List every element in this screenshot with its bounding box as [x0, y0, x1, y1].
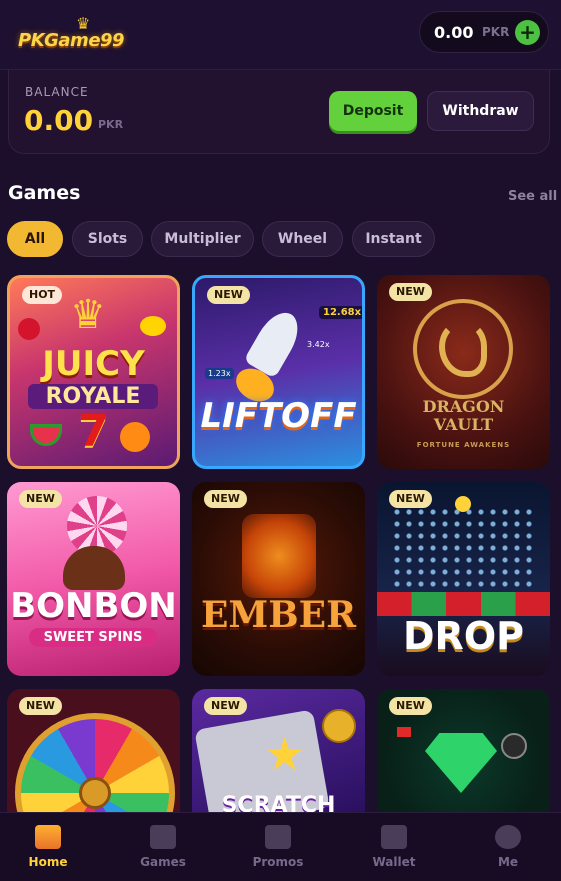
game-tile-ember[interactable]: NEW EMBER — [192, 482, 365, 676]
new-badge: NEW — [19, 697, 62, 715]
game-number: 7 — [78, 406, 109, 457]
deposit-button[interactable]: Deposit — [329, 91, 417, 131]
balance-card: BALANCE 0.00 PKR Deposit Withdraw — [8, 70, 550, 154]
logo-text: PKGame99 — [18, 30, 125, 51]
dragon-icon — [439, 321, 487, 377]
nav-games[interactable]: Games — [133, 813, 193, 881]
game-title-line1: JUICY — [42, 344, 145, 384]
games-section-title: Games — [8, 182, 81, 204]
wallet-icon — [381, 825, 407, 849]
nav-wallet[interactable]: Wallet — [364, 813, 424, 881]
game-tile-wheel[interactable]: NEW — [7, 689, 180, 812]
wallet-amount: 0.00 — [434, 23, 474, 42]
watermelon-icon — [30, 424, 62, 446]
filter-chip-slots[interactable]: Slots — [72, 221, 143, 257]
new-badge: NEW — [204, 490, 247, 508]
game-title-line1: DRAGON — [422, 397, 505, 416]
multiplier-high: 12.68x — [319, 306, 362, 319]
skull-bomb-icon — [501, 733, 527, 759]
nav-label: Wallet — [372, 855, 416, 869]
cherry-icon — [18, 318, 40, 340]
emerald-gem-icon — [425, 733, 497, 793]
withdraw-button[interactable]: Withdraw — [427, 91, 534, 131]
game-tile-dragon-vault[interactable]: NEW DRAGON VAULT FORTUNE AWAKENS — [377, 275, 550, 469]
lemon-icon — [140, 316, 166, 336]
game-tile-drop[interactable]: NEW DROP — [377, 482, 550, 676]
nav-label: Me — [497, 855, 519, 869]
chocolate-icon — [63, 546, 125, 590]
game-title-line2: VAULT — [433, 415, 494, 434]
prize-slots-icon — [377, 592, 550, 616]
game-title-line1: BONBON — [10, 586, 177, 626]
nav-label: Games — [140, 855, 186, 869]
game-title: DROP — [403, 614, 524, 658]
ball-icon — [455, 496, 471, 512]
game-title: EMBER — [200, 594, 357, 636]
balance-currency: PKR — [98, 118, 124, 131]
game-title-line2: SWEET SPINS — [29, 628, 157, 647]
game-title: LIFTOFF — [200, 396, 357, 436]
wallet-balance-pill[interactable]: 0.00 PKR + — [419, 11, 549, 53]
new-badge: NEW — [19, 490, 62, 508]
game-tile-mines[interactable]: NEW — [377, 689, 550, 812]
top-header: ♛ PKGame99 0.00 PKR + — [0, 0, 561, 70]
game-tile-liftoff[interactable]: NEW 12.68x 3.42x 1.23x LIFTOFF — [192, 275, 365, 469]
nav-label: Home — [28, 855, 68, 869]
wheel-hub-icon — [79, 777, 111, 809]
game-tile-juicy-royale[interactable]: HOT ♛ JUICY ROYALE 7 — [7, 275, 180, 469]
new-badge: NEW — [207, 286, 250, 304]
hot-badge: HOT — [22, 286, 63, 304]
game-tile-scratch[interactable]: NEW ★ SCRATCH — [192, 689, 365, 812]
nav-promos[interactable]: Promos — [246, 813, 310, 881]
flag-icon — [397, 727, 411, 737]
hex-grid-icon — [242, 514, 316, 598]
home-icon — [35, 825, 61, 849]
plinko-pegs-icon — [391, 506, 537, 592]
crown-icon: ♛ — [70, 292, 106, 338]
wallet-currency: PKR — [482, 25, 510, 39]
new-badge: NEW — [389, 283, 432, 301]
profile-icon — [495, 825, 521, 849]
filter-chip-wheel[interactable]: Wheel — [262, 221, 343, 257]
nav-label: Promos — [252, 855, 304, 869]
filter-chip-instant[interactable]: Instant — [352, 221, 435, 257]
filter-chip-all[interactable]: All — [7, 221, 63, 257]
new-badge: NEW — [389, 697, 432, 715]
bottom-navigation: Home Games Promos Wallet Me — [0, 812, 561, 881]
star-icon: ★ — [264, 727, 306, 781]
brand-logo[interactable]: ♛ PKGame99 — [14, 14, 136, 56]
new-badge: NEW — [204, 697, 247, 715]
balance-amount: 0.00 — [24, 104, 94, 137]
gift-icon — [265, 825, 291, 849]
game-title: SCRATCH — [221, 793, 336, 812]
nav-home[interactable]: Home — [18, 813, 78, 881]
game-subtitle: FORTUNE AWAKENS — [416, 441, 511, 449]
add-funds-button[interactable]: + — [515, 20, 540, 45]
multiplier-low: 1.23x — [205, 368, 234, 379]
multiplier-mid: 3.42x — [307, 340, 330, 349]
gold-coin-icon — [322, 709, 356, 743]
games-icon — [150, 825, 176, 849]
see-all-link[interactable]: See all — [508, 189, 557, 204]
game-tile-bonbon[interactable]: NEW BONBON SWEET SPINS — [7, 482, 180, 676]
balance-label: BALANCE — [25, 85, 89, 99]
filter-chip-multiplier[interactable]: Multiplier — [151, 221, 254, 257]
nav-me[interactable]: Me — [480, 813, 536, 881]
orange-icon — [120, 422, 150, 452]
